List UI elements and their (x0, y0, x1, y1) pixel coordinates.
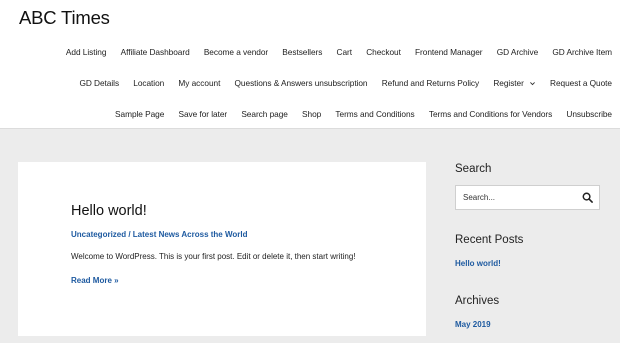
recent-posts-title: Recent Posts (455, 234, 524, 246)
category-link-uncategorized[interactable]: Uncategorized (71, 230, 126, 239)
category-separator: / (126, 230, 133, 239)
nav-item-frontend-manager[interactable]: Frontend Manager (415, 47, 483, 57)
nav-row-2: GD Details Location My account Questions… (79, 75, 612, 91)
nav-item-qa-unsubscription[interactable]: Questions & Answers unsubscription (235, 78, 368, 88)
search-icon[interactable] (582, 192, 593, 203)
post-title[interactable]: Hello world! (71, 203, 147, 219)
nav-item-unsubscribe[interactable]: Unsubscribe (566, 109, 612, 119)
nav-item-terms-conditions[interactable]: Terms and Conditions (335, 109, 414, 119)
nav-item-register[interactable]: Register (493, 78, 536, 88)
nav-item-gd-archive[interactable]: GD Archive (497, 47, 539, 57)
nav-item-request-quote[interactable]: Request a Quote (550, 78, 612, 88)
nav-item-gd-details[interactable]: GD Details (79, 78, 119, 88)
nav-item-bestsellers[interactable]: Bestsellers (282, 47, 322, 57)
nav-item-register-label: Register (493, 78, 524, 88)
search-form (455, 185, 600, 210)
nav-item-add-listing[interactable]: Add Listing (66, 47, 107, 57)
site-title[interactable]: ABC Times (19, 7, 110, 29)
nav-item-gd-archive-item[interactable]: GD Archive Item (552, 47, 612, 57)
archives-title: Archives (455, 295, 500, 307)
nav-item-refund-policy[interactable]: Refund and Returns Policy (382, 78, 480, 88)
read-more-link[interactable]: Read More » (71, 276, 119, 285)
nav-item-shop[interactable]: Shop (302, 109, 321, 119)
site-header: ABC Times Add Listing Affiliate Dashboar… (0, 0, 620, 129)
post-excerpt: Welcome to WordPress. This is your first… (71, 252, 356, 261)
nav-item-location[interactable]: Location (133, 78, 164, 88)
nav-item-become-a-vendor[interactable]: Become a vendor (204, 47, 268, 57)
chevron-down-icon (529, 81, 535, 85)
nav-row-1: Add Listing Affiliate Dashboard Become a… (66, 44, 612, 60)
nav-item-my-account[interactable]: My account (178, 78, 220, 88)
nav-item-terms-vendors[interactable]: Terms and Conditions for Vendors (429, 109, 552, 119)
nav-item-checkout[interactable]: Checkout (366, 47, 401, 57)
search-input[interactable] (456, 186, 576, 209)
nav-row-3: Sample Page Save for later Search page S… (115, 106, 612, 122)
search-widget-title: Search (455, 163, 492, 175)
nav-item-affiliate-dashboard[interactable]: Affiliate Dashboard (121, 47, 190, 57)
category-link-latest-news[interactable]: Latest News Across the World (133, 230, 248, 239)
nav-item-cart[interactable]: Cart (337, 47, 353, 57)
archive-link[interactable]: May 2019 (455, 320, 491, 329)
post-categories: Uncategorized / Latest News Across the W… (71, 230, 248, 239)
nav-item-save-for-later[interactable]: Save for later (178, 109, 227, 119)
recent-post-link[interactable]: Hello world! (455, 259, 501, 268)
nav-item-search-page[interactable]: Search page (241, 109, 288, 119)
post-card: Hello world! Uncategorized / Latest News… (18, 162, 426, 336)
nav-item-sample-page[interactable]: Sample Page (115, 109, 164, 119)
